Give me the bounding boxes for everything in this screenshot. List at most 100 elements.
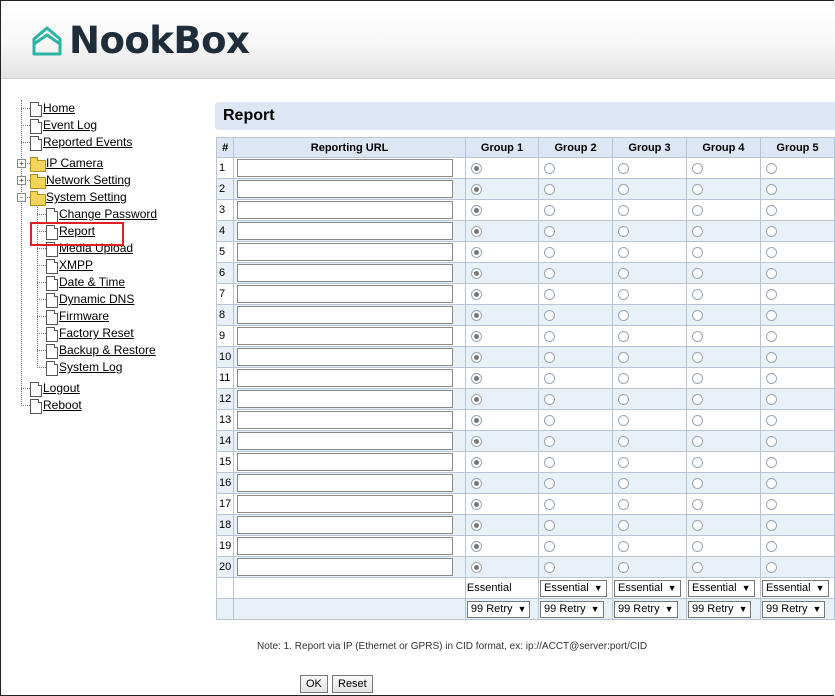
group5-radio[interactable] — [765, 393, 777, 405]
nav-item-event-log[interactable]: Event Log — [43, 117, 97, 134]
group1-radio[interactable] — [470, 246, 482, 258]
nav-item-reboot[interactable]: Reboot — [43, 397, 82, 414]
nav-item-label[interactable]: Reboot — [43, 398, 82, 412]
reporting-url-input[interactable] — [237, 159, 454, 177]
group5-radio[interactable] — [765, 267, 777, 279]
nav-item-label[interactable]: IP Camera — [46, 156, 103, 170]
group1-radio[interactable] — [470, 267, 482, 279]
group5-radio[interactable] — [765, 372, 777, 384]
group2-radio[interactable] — [544, 540, 556, 552]
reporting-url-input[interactable] — [237, 516, 454, 534]
nav-item-date-and-time[interactable]: Date & Time — [59, 274, 125, 291]
group1-radio[interactable] — [470, 519, 482, 531]
reporting-url-input[interactable] — [237, 222, 454, 240]
expand-icon[interactable]: + — [17, 176, 26, 185]
group3-radio[interactable] — [618, 351, 630, 363]
group3-radio[interactable] — [618, 204, 630, 216]
reporting-url-input[interactable] — [237, 264, 454, 282]
group4-radio[interactable] — [691, 540, 703, 552]
group5-radio[interactable] — [765, 309, 777, 321]
group5-radio[interactable] — [765, 288, 777, 300]
group3-level-select[interactable]: Essential ▼ — [614, 579, 681, 597]
group4-radio[interactable] — [691, 498, 703, 510]
group4-radio[interactable] — [691, 225, 703, 237]
group5-radio[interactable] — [765, 456, 777, 468]
nav-item-reported-events[interactable]: Reported Events — [43, 134, 132, 151]
reporting-url-input[interactable] — [237, 285, 454, 303]
group4-radio[interactable] — [691, 204, 703, 216]
nav-item-system-log[interactable]: System Log — [59, 359, 122, 376]
group4-radio[interactable] — [691, 183, 703, 195]
group1-radio[interactable] — [470, 372, 482, 384]
group1-radio[interactable] — [470, 540, 482, 552]
group3-radio[interactable] — [618, 561, 630, 573]
reporting-url-input[interactable] — [237, 495, 454, 513]
group3-radio[interactable] — [618, 414, 630, 426]
group2-radio[interactable] — [544, 498, 556, 510]
group2-radio[interactable] — [544, 414, 556, 426]
reporting-url-input[interactable] — [237, 327, 454, 345]
group3-retry-select[interactable]: 99 Retry ▼ — [614, 600, 678, 618]
nav-item-home[interactable]: Home — [43, 100, 75, 117]
group5-radio[interactable] — [765, 519, 777, 531]
reporting-url-input[interactable] — [237, 201, 454, 219]
nav-item-label[interactable]: Backup & Restore — [59, 343, 156, 357]
group1-radio[interactable] — [470, 351, 482, 363]
group1-radio[interactable] — [470, 330, 482, 342]
group2-retry-select[interactable]: 99 Retry ▼ — [540, 600, 604, 618]
nav-item-dynamic-dns[interactable]: Dynamic DNS — [59, 291, 134, 308]
group1-radio[interactable] — [470, 498, 482, 510]
nav-item-xmpp[interactable]: XMPP — [59, 257, 93, 274]
group4-radio[interactable] — [691, 288, 703, 300]
collapse-icon[interactable]: - — [17, 193, 26, 202]
group4-radio[interactable] — [691, 414, 703, 426]
group2-radio[interactable] — [544, 435, 556, 447]
group3-radio[interactable] — [618, 246, 630, 258]
group4-radio[interactable] — [691, 561, 703, 573]
nav-item-label[interactable]: Change Password — [59, 207, 157, 221]
nav-item-change-password[interactable]: Change Password — [59, 206, 157, 223]
group2-radio[interactable] — [544, 204, 556, 216]
nav-item-network-setting[interactable]: Network Setting — [46, 172, 131, 189]
nav-item-label[interactable]: System Setting — [46, 190, 127, 204]
ok-button[interactable]: OK — [300, 675, 328, 693]
nav-item-label[interactable]: Logout — [43, 381, 80, 395]
group3-radio[interactable] — [618, 225, 630, 237]
reporting-url-input[interactable] — [237, 243, 454, 261]
nav-item-label[interactable]: Factory Reset — [59, 326, 134, 340]
group4-radio[interactable] — [691, 477, 703, 489]
group1-radio[interactable] — [470, 435, 482, 447]
reporting-url-input[interactable] — [237, 411, 454, 429]
group2-radio[interactable] — [544, 225, 556, 237]
reporting-url-input[interactable] — [237, 432, 454, 450]
group1-radio[interactable] — [470, 162, 482, 174]
group2-radio[interactable] — [544, 246, 556, 258]
group4-radio[interactable] — [691, 330, 703, 342]
group5-radio[interactable] — [765, 183, 777, 195]
group2-radio[interactable] — [544, 288, 556, 300]
group1-radio[interactable] — [470, 561, 482, 573]
group1-radio[interactable] — [470, 183, 482, 195]
group4-radio[interactable] — [691, 309, 703, 321]
group4-radio[interactable] — [691, 519, 703, 531]
group5-radio[interactable] — [765, 246, 777, 258]
group3-radio[interactable] — [618, 477, 630, 489]
group5-radio[interactable] — [765, 561, 777, 573]
group2-radio[interactable] — [544, 393, 556, 405]
group5-radio[interactable] — [765, 162, 777, 174]
nav-item-firmware[interactable]: Firmware — [59, 308, 109, 325]
reporting-url-input[interactable] — [237, 348, 454, 366]
group3-radio[interactable] — [618, 540, 630, 552]
group2-radio[interactable] — [544, 330, 556, 342]
group3-radio[interactable] — [618, 183, 630, 195]
group1-radio[interactable] — [470, 288, 482, 300]
group5-level-select[interactable]: Essential ▼ — [761, 579, 829, 597]
group3-radio[interactable] — [618, 393, 630, 405]
group3-radio[interactable] — [618, 435, 630, 447]
group3-radio[interactable] — [618, 267, 630, 279]
expand-icon[interactable]: + — [17, 159, 26, 168]
nav-item-ip-camera[interactable]: IP Camera — [46, 155, 103, 172]
reset-button[interactable]: Reset — [332, 675, 373, 693]
nav-item-label[interactable]: Reported Events — [43, 135, 132, 149]
group1-radio[interactable] — [470, 456, 482, 468]
